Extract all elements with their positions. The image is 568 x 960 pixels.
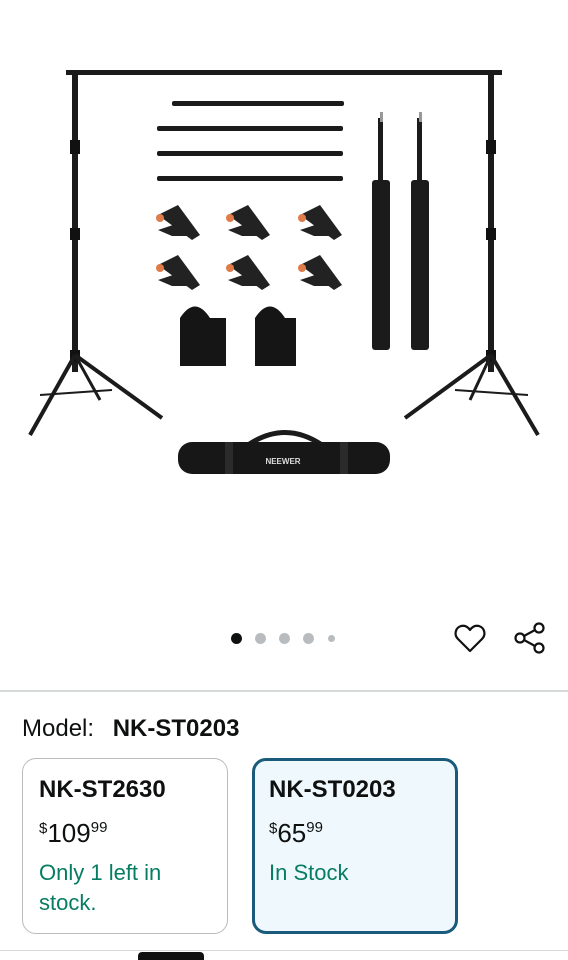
carousel-dot-1[interactable]	[231, 633, 242, 644]
heart-icon	[454, 624, 486, 653]
model-selection-label: Model: NK-ST0203	[22, 714, 239, 744]
bag-brand-text: NEEWER	[265, 457, 300, 466]
price-whole: 109	[47, 818, 91, 848]
option-stock-status: Only 1 left in stock.	[39, 860, 162, 915]
price-fraction: 99	[306, 819, 323, 836]
carousel-dot-4[interactable]	[303, 633, 314, 644]
section-divider	[0, 690, 568, 692]
model-option-card-selected[interactable]: NK-ST0203 $6599 In Stock	[252, 758, 458, 934]
price-fraction: 99	[90, 819, 108, 836]
carousel-dot-3[interactable]	[279, 633, 290, 644]
share-button[interactable]	[512, 620, 548, 656]
carousel-dot-2[interactable]	[255, 633, 266, 644]
share-icon	[514, 622, 545, 654]
model-label: Model:	[22, 715, 95, 742]
model-value: NK-ST0203	[112, 715, 240, 742]
option-name: NK-ST0203	[269, 776, 396, 803]
model-option-card[interactable]: NK-ST2630 $10999 Only 1 left in stock.	[22, 758, 228, 934]
backdrop-stand-kit-image: NEEWER	[28, 70, 540, 474]
sheet-handle[interactable]	[138, 952, 204, 960]
price-whole: 65	[277, 818, 307, 848]
option-price: $6599	[269, 813, 441, 848]
carousel-dot-5[interactable]	[328, 635, 335, 642]
product-image[interactable]: NEEWER	[0, 0, 568, 620]
wishlist-button[interactable]	[452, 620, 488, 656]
option-stock-status: In Stock	[269, 860, 349, 885]
bottom-divider	[0, 950, 568, 951]
option-name: NK-ST2630	[39, 776, 166, 803]
option-price: $10999	[39, 813, 211, 848]
